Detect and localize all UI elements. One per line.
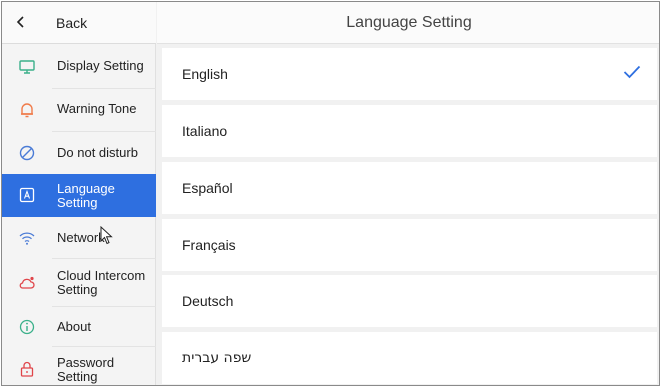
language-name: Español bbox=[182, 180, 233, 196]
language-option-deutsch[interactable]: Deutsch bbox=[162, 275, 657, 327]
language-option-francais[interactable]: Français bbox=[162, 219, 657, 271]
language-name: שפה עברית bbox=[182, 350, 252, 366]
back-button[interactable]: Back bbox=[2, 2, 156, 44]
app-window: Back Display Setting Warning Tone Do not… bbox=[1, 1, 660, 386]
language-name: English bbox=[182, 66, 228, 82]
sidebar-item-label: Password Setting bbox=[57, 355, 115, 384]
sidebar-item-password-setting[interactable]: Password Setting bbox=[2, 347, 156, 385]
language-option-hebrew[interactable]: שפה עברית bbox=[162, 332, 657, 384]
language-name: Deutsch bbox=[182, 293, 234, 309]
sidebar-item-language-setting[interactable]: Language Setting bbox=[2, 174, 156, 217]
mouse-cursor-icon bbox=[100, 226, 113, 245]
sidebar-item-warning-tone[interactable]: Warning Tone bbox=[2, 89, 156, 132]
wifi-icon bbox=[19, 232, 35, 245]
language-icon bbox=[19, 187, 35, 203]
sidebar-item-label: Cloud Intercom Setting bbox=[57, 268, 146, 297]
do-not-disturb-icon bbox=[19, 145, 35, 161]
lock-icon bbox=[20, 361, 34, 377]
sidebar-item-display-setting[interactable]: Display Setting bbox=[2, 45, 156, 89]
sidebar-item-label: Language Setting bbox=[57, 181, 115, 210]
language-option-italiano[interactable]: Italiano bbox=[162, 105, 657, 157]
sidebar-item-label: Network bbox=[57, 230, 105, 245]
check-icon bbox=[623, 65, 641, 79]
sidebar: Back Display Setting Warning Tone Do not… bbox=[2, 2, 156, 385]
page-title: Language Setting bbox=[346, 14, 472, 31]
chevron-left-icon bbox=[16, 16, 24, 28]
back-label: Back bbox=[56, 15, 88, 31]
language-name: Italiano bbox=[182, 123, 228, 139]
language-option-english[interactable]: English bbox=[162, 48, 657, 100]
sidebar-item-label: Warning Tone bbox=[57, 101, 137, 116]
cloud-icon bbox=[19, 276, 35, 289]
page-header: Language Setting bbox=[157, 2, 659, 44]
sidebar-item-label: Do not disturb bbox=[57, 145, 138, 160]
sidebar-item-network[interactable]: Network bbox=[2, 217, 156, 259]
sidebar-item-cloud-intercom-setting[interactable]: Cloud Intercom Setting bbox=[2, 259, 156, 307]
language-option-espanol[interactable]: Español bbox=[162, 162, 657, 214]
sidebar-item-label: Display Setting bbox=[57, 58, 144, 73]
monitor-icon bbox=[19, 60, 35, 74]
sidebar-item-label: About bbox=[57, 319, 91, 334]
bell-icon bbox=[21, 103, 33, 118]
sidebar-item-do-not-disturb[interactable]: Do not disturb bbox=[2, 132, 156, 174]
language-name: Français bbox=[182, 237, 236, 253]
sidebar-item-about[interactable]: About bbox=[2, 307, 156, 347]
info-icon bbox=[19, 319, 35, 335]
